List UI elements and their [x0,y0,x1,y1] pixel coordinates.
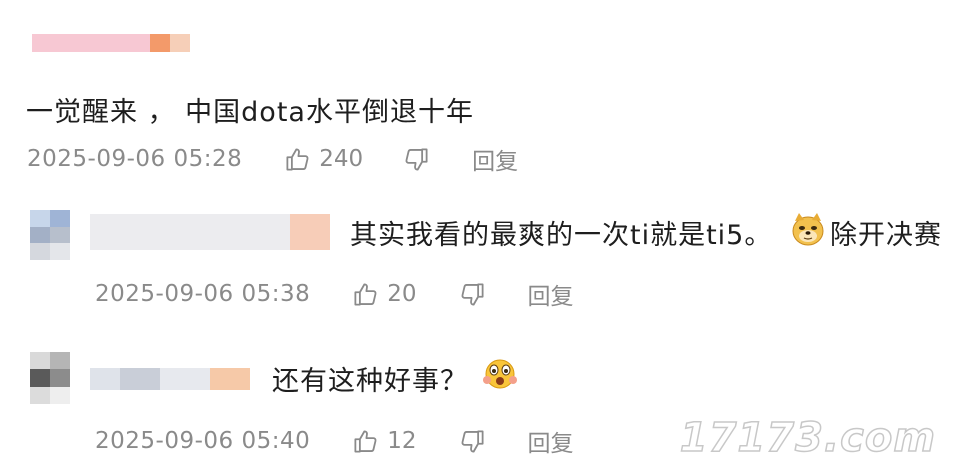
thumbs-up-icon[interactable] [284,146,311,173]
comment-time: 2025-09-06 05:28 [27,146,243,172]
comment-text: 还有这种好事？ [272,366,468,397]
like-count: 12 [387,428,417,454]
like-count: 240 [319,146,364,172]
comment-time: 2025-09-06 05:38 [95,281,311,307]
thumbs-down-icon[interactable] [459,428,486,455]
thumbs-down-icon[interactable] [403,146,430,173]
thumbs-up-icon[interactable] [352,281,379,308]
blurred-username [90,214,330,250]
reply-button[interactable]: 回复 [528,277,574,311]
reply-button[interactable]: 回复 [472,142,518,176]
comment-text: 一觉醒来 ， 中国dota水平倒退十年 [26,97,474,128]
comment-meta: 2025-09-06 05:28 240 回复 [27,142,518,176]
thumbs-up-icon[interactable] [352,428,379,455]
like-count: 20 [387,281,417,307]
blurred-avatar [30,210,70,260]
comment-text: 其实我看的最爽的一次ti就是ti5。 [350,220,773,251]
blurred-username [32,34,190,52]
thumbs-down-icon[interactable] [459,281,486,308]
blurred-avatar [30,352,70,404]
reply-button[interactable]: 回复 [528,424,574,458]
comment-text-suffix: 除开决赛 [830,220,942,251]
comment-meta: 2025-09-06 05:40 12 回复 [95,424,574,458]
site-watermark: 17173.com [679,414,936,462]
comment-time: 2025-09-06 05:40 [95,428,311,454]
shocked-face-icon [482,356,518,392]
blurred-username [90,368,250,390]
comment-meta: 2025-09-06 05:38 20 回复 [95,277,574,311]
doge-icon [790,211,826,247]
